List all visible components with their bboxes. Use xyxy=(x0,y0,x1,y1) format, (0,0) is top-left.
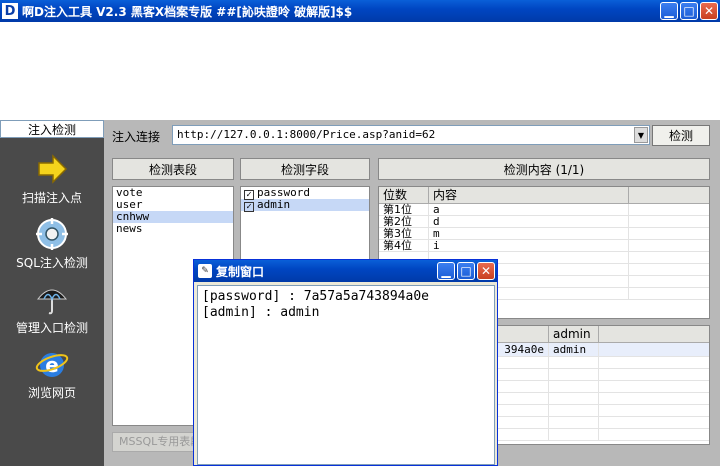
maximize-button[interactable]: □ xyxy=(680,2,698,20)
tables-header-button[interactable]: 检测表段 xyxy=(112,158,234,180)
sidebar-item-label: 浏览网页 xyxy=(27,386,76,400)
table-row[interactable]: 第4位 i xyxy=(379,240,709,252)
column-header[interactable]: 内容 xyxy=(429,187,629,203)
sidebar-item-scan[interactable]: 扫描注入点 xyxy=(0,152,104,206)
ie-icon: e xyxy=(35,347,69,381)
close-button[interactable]: ✕ xyxy=(477,262,495,280)
dialog-line: [admin] : admin xyxy=(202,305,320,320)
blank-area xyxy=(0,22,720,120)
column-header[interactable]: admin xyxy=(549,326,599,342)
dialog-line: [password] : 7a57a5a743894a0e xyxy=(202,289,429,304)
dialog-title: 复制窗口 xyxy=(216,264,265,279)
fields-header-button[interactable]: 检测字段 xyxy=(240,158,370,180)
app-icon: D xyxy=(2,3,18,19)
dialog-title-bar: ✎ 复制窗口 ▁ □ ✕ xyxy=(194,260,497,282)
sidebar-header[interactable]: 注入检测 xyxy=(0,120,104,138)
chevron-down-icon[interactable]: ▼ xyxy=(634,127,648,143)
table-row[interactable]: 第1位 a xyxy=(379,204,709,216)
column-header[interactable]: 位数 xyxy=(379,187,429,203)
list-item[interactable]: news xyxy=(113,223,233,235)
title-bar: D 啊D注入工具 V2.3 黑客X档案专版 ##[訫呋證呤 破解版]$$ ▁ □… xyxy=(0,0,720,22)
umbrella-icon xyxy=(35,282,69,316)
sidebar-item-label: 管理入口检测 xyxy=(15,321,88,335)
sidebar-item-admin[interactable]: 管理入口检测 xyxy=(0,282,104,336)
copy-dialog: ✎ 复制窗口 ▁ □ ✕ [password] : 7a57a5a743894a… xyxy=(193,259,498,466)
minimize-button[interactable]: ▁ xyxy=(660,2,678,20)
sidebar: 注入检测 扫描注入点 SQL注入检测 管理入口检测 e 浏览网页 xyxy=(0,120,104,466)
dialog-text-area[interactable]: [password] : 7a57a5a743894a0e [admin] : … xyxy=(197,285,495,465)
sidebar-item-sql[interactable]: SQL注入检测 xyxy=(0,217,104,271)
url-label: 注入连接 xyxy=(112,130,161,144)
field-label: admin xyxy=(257,198,291,211)
close-button[interactable]: ✕ xyxy=(700,2,718,20)
detect-button[interactable]: 检测 xyxy=(652,125,710,146)
sidebar-item-label: SQL注入检测 xyxy=(16,256,88,270)
dialog-app-icon: ✎ xyxy=(198,264,212,278)
sidebar-item-label: 扫描注入点 xyxy=(21,191,82,205)
window-title: 啊D注入工具 V2.3 黑客X档案专版 ##[訫呋證呤 破解版]$$ xyxy=(22,4,353,19)
checkbox[interactable]: ✓ xyxy=(244,202,254,212)
sidebar-item-browse[interactable]: e 浏览网页 xyxy=(0,347,104,401)
gear-icon xyxy=(35,217,69,251)
table-row[interactable]: 第2位 d xyxy=(379,216,709,228)
content-header-button[interactable]: 检测内容 (1/1) xyxy=(378,158,710,180)
minimize-button[interactable]: ▁ xyxy=(437,262,455,280)
arrow-icon xyxy=(35,152,69,186)
list-item[interactable]: ✓ admin xyxy=(241,198,369,212)
fields-list[interactable]: ✓ password ✓ admin xyxy=(240,186,370,266)
maximize-button[interactable]: □ xyxy=(457,262,475,280)
table-row[interactable]: 第3位 m xyxy=(379,228,709,240)
url-input[interactable]: http://127.0.0.1:8000/Price.asp?anid=62 xyxy=(172,125,650,145)
